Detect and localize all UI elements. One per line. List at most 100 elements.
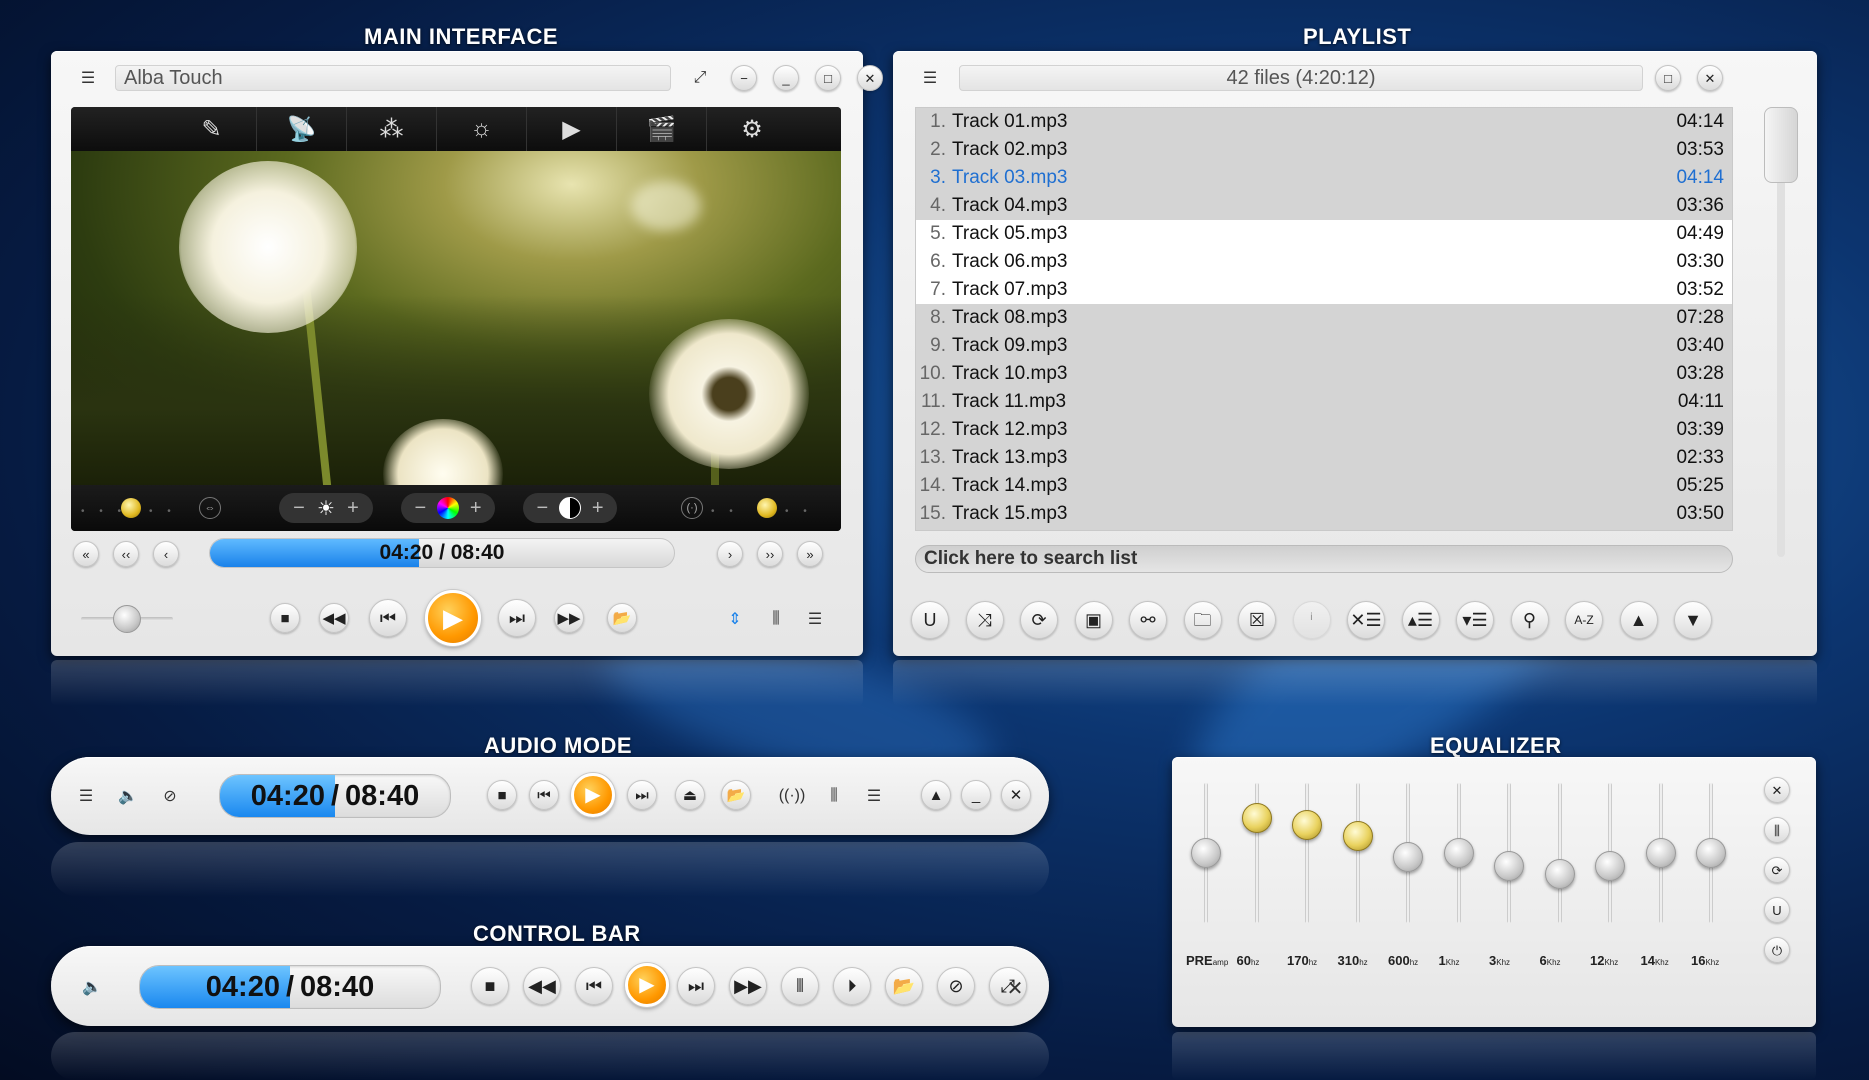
skip-forward-button[interactable]: ››	[757, 541, 783, 567]
clear-list-icon[interactable]: ✕☰	[1347, 601, 1385, 639]
track-row[interactable]: 7. Track 07.mp3 03:52	[916, 276, 1732, 304]
right-gold-knob[interactable]	[757, 498, 777, 518]
control-rewind-button[interactable]: ◀◀	[523, 967, 561, 1005]
clapperboard-icon[interactable]: 🎬	[617, 107, 707, 151]
info-icon[interactable]: ⁱ	[1292, 601, 1331, 639]
eq-power-button[interactable]: ⏻	[1764, 937, 1790, 963]
control-next-button[interactable]: ⏭	[677, 967, 715, 1005]
mute-icon[interactable]: ⊘	[157, 783, 183, 809]
brightness-icon[interactable]: ☼	[437, 107, 527, 151]
audio-previous-button[interactable]: ⏮	[529, 780, 559, 810]
stop-button[interactable]: ■	[270, 603, 300, 633]
skip-back-button[interactable]: ‹‹	[113, 541, 139, 567]
track-row[interactable]: 13. Track 13.mp3 02:33	[916, 444, 1732, 472]
audio-collapse-button[interactable]: ▲	[921, 780, 951, 810]
search-box[interactable]: Click here to search list	[915, 545, 1733, 573]
eq-slider-knob[interactable]	[1241, 803, 1272, 833]
audio-menu-icon[interactable]: ☰	[73, 783, 99, 809]
control-play-button[interactable]: ▶	[625, 963, 669, 1007]
eq-link-button[interactable]: U	[1764, 897, 1790, 923]
track-row[interactable]: 9. Track 09.mp3 03:40	[916, 332, 1732, 360]
playlist-scrollbar[interactable]	[1764, 107, 1798, 557]
playlist-close-button[interactable]: ✕	[1697, 65, 1723, 91]
volume-slider[interactable]	[81, 605, 173, 633]
compact-button[interactable]: −	[731, 65, 757, 91]
audio-stop-button[interactable]: ■	[487, 780, 517, 810]
eq-slider-knob[interactable]	[1544, 859, 1575, 889]
play-button[interactable]: ▶	[425, 590, 481, 646]
minimize-button[interactable]: _	[773, 65, 799, 91]
video-folder-icon[interactable]: ▶	[527, 107, 617, 151]
step-forward-button[interactable]: ›	[717, 541, 743, 567]
speaker-icon[interactable]: 🔈	[115, 783, 141, 809]
skip-back-far-button[interactable]: «	[73, 541, 99, 567]
maximize-button[interactable]: □	[815, 65, 841, 91]
audio-play-button[interactable]: ▶	[571, 773, 615, 817]
eq-slider-track[interactable]	[1305, 783, 1309, 923]
eq-slider-track[interactable]	[1557, 783, 1562, 923]
add-url-icon[interactable]: ⚯	[1129, 601, 1167, 639]
next-button[interactable]: ⏭	[498, 599, 536, 637]
control-previous-button[interactable]: ⏮	[575, 967, 613, 1005]
broadcast-icon[interactable]: 📡	[257, 107, 347, 151]
audio-minimize-button[interactable]: _	[961, 780, 991, 810]
open-folder-button[interactable]: 📂	[607, 603, 637, 633]
sort-arrows-icon[interactable]: ⇕	[723, 607, 747, 631]
volume-knob[interactable]	[113, 605, 141, 633]
playlist-menu-icon[interactable]: ☰	[803, 607, 827, 631]
close-button[interactable]: ✕	[857, 65, 883, 91]
track-row[interactable]: 2. Track 02.mp3 03:53	[916, 136, 1732, 164]
eq-slider-knob[interactable]	[1292, 810, 1322, 840]
equalizer-icon[interactable]: ⫼	[764, 607, 788, 631]
paint-icon[interactable]: ✎	[167, 107, 257, 151]
shuffle-icon[interactable]: ⤨	[965, 601, 1004, 639]
control-fast-forward-button[interactable]: ▶▶	[729, 967, 767, 1005]
eq-slider-knob[interactable]	[1191, 838, 1221, 868]
control-close-icon[interactable]: ✕	[1002, 975, 1028, 1001]
audio-eject-button[interactable]: ⏏	[675, 780, 705, 810]
tools-icon[interactable]: ⚲	[1510, 601, 1549, 639]
eq-slider-knob[interactable]	[1443, 838, 1474, 868]
control-slow-play-button[interactable]: ⏵	[833, 967, 871, 1005]
track-row[interactable]: 12. Track 12.mp3 03:39	[916, 416, 1732, 444]
scroll-up-icon[interactable]: ▲	[1619, 601, 1658, 639]
eq-slider-knob[interactable]	[1393, 842, 1423, 873]
playlist-maximize-button[interactable]: □	[1655, 65, 1681, 91]
control-speaker-icon[interactable]: 🔈	[79, 974, 105, 1000]
contrast-adjuster[interactable]: − +	[523, 493, 617, 523]
audio-close-button[interactable]: ✕	[1001, 780, 1031, 810]
color-circles-icon[interactable]: ⁂	[347, 107, 437, 151]
add-file-icon[interactable]: ▣	[1074, 601, 1113, 639]
refresh-icon[interactable]: ⟳	[1020, 601, 1058, 639]
eq-slider-knob[interactable]	[1342, 821, 1373, 852]
control-mute-button[interactable]: ⊘	[937, 967, 975, 1005]
move-up-list-icon[interactable]: ▴☰	[1401, 601, 1440, 639]
menu-icon[interactable]: ☰	[75, 65, 101, 91]
seek-bar[interactable]: 04:20 / 08:40	[209, 538, 675, 568]
left-gold-knob[interactable]	[121, 498, 141, 518]
skip-forward-far-button[interactable]: »	[797, 541, 823, 567]
step-back-button[interactable]: ‹	[153, 541, 179, 567]
previous-button[interactable]: ⏮	[369, 599, 407, 637]
audio-next-button[interactable]: ⏭	[627, 780, 657, 810]
color-adjuster[interactable]: − +	[401, 493, 495, 523]
aspect-icon[interactable]: ⇔	[199, 497, 221, 519]
control-open-folder-button[interactable]: 📂	[885, 967, 923, 1005]
eq-presets-button[interactable]: ⫼	[1764, 817, 1790, 843]
audio-equalizer-icon[interactable]: ⫼	[821, 783, 847, 809]
rewind-button[interactable]: ◀◀	[319, 603, 349, 633]
track-row[interactable]: 1. Track 01.mp3 04:14	[916, 108, 1732, 136]
eq-slider-track[interactable]	[1355, 783, 1360, 923]
track-row[interactable]: 10. Track 10.mp3 03:28	[916, 360, 1732, 388]
eq-close-button[interactable]: ✕	[1764, 777, 1790, 803]
audio-open-folder-button[interactable]: 📂	[721, 780, 751, 810]
add-folder-icon[interactable]: 🗀	[1183, 601, 1222, 639]
track-row[interactable]: 3. Track 03.mp3 04:14	[916, 164, 1732, 192]
remove-icon[interactable]: ☒	[1238, 601, 1276, 639]
settings-gear-icon[interactable]: ⚙	[707, 107, 797, 151]
fullscreen-icon[interactable]: ⤢	[687, 65, 713, 91]
audio-playlist-icon[interactable]: ☰	[861, 783, 887, 809]
brightness-adjuster[interactable]: − ☀ +	[279, 493, 373, 523]
control-frame-step-button[interactable]: ⫴	[781, 967, 819, 1005]
playlist-menu-button-icon[interactable]: ☰	[917, 65, 943, 91]
